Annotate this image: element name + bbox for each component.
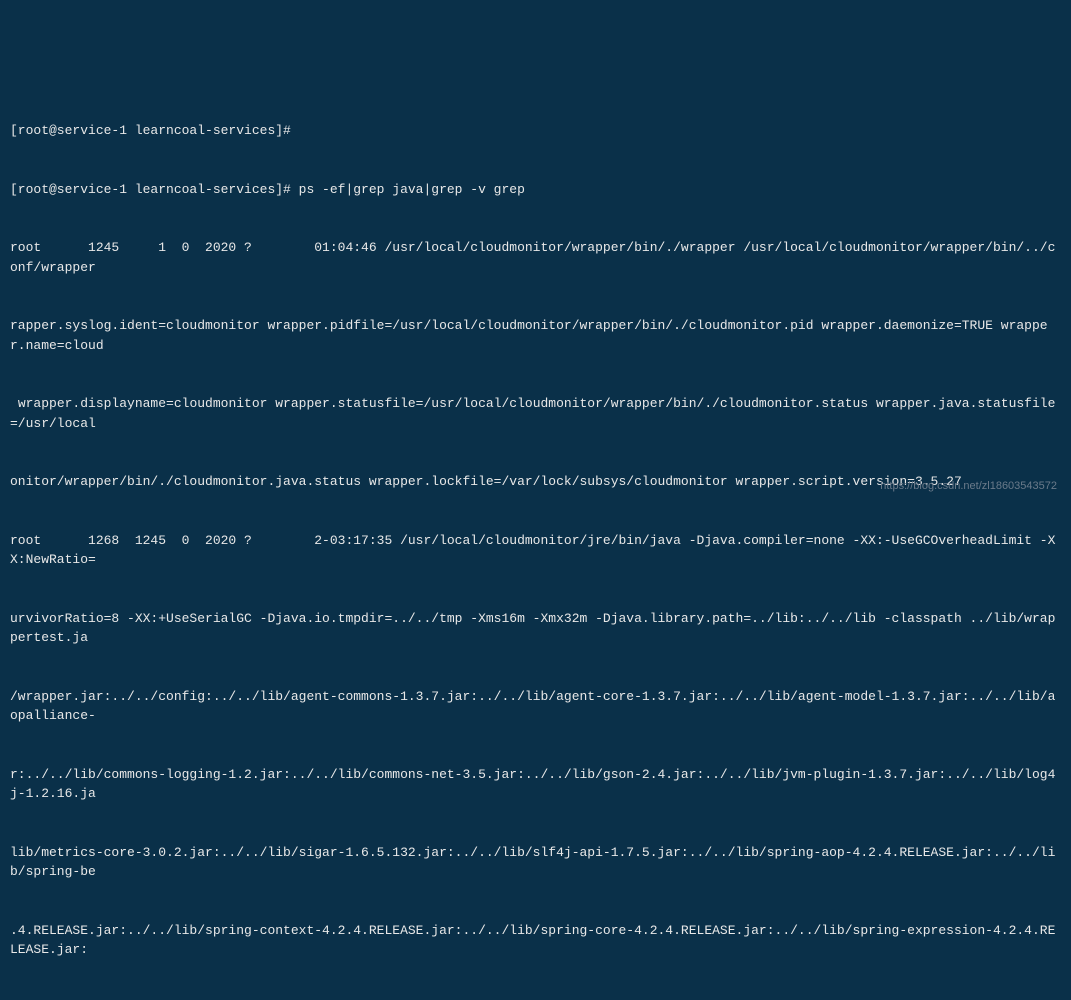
terminal-line: [root@service-1 learncoal-services]# ps … xyxy=(10,180,1061,200)
terminal-line: root 1268 1245 0 2020 ? 2-03:17:35 /usr/… xyxy=(10,531,1061,570)
terminal-line: lib/metrics-core-3.0.2.jar:../../lib/sig… xyxy=(10,843,1061,882)
terminal-line: [root@service-1 learncoal-services]# xyxy=(10,121,1061,141)
terminal-line: wrapper.displayname=cloudmonitor wrapper… xyxy=(10,394,1061,433)
terminal-line: /wrapper.jar:../../config:../../lib/agen… xyxy=(10,687,1061,726)
terminal-output[interactable]: [root@service-1 learncoal-services]# [ro… xyxy=(10,82,1061,1000)
terminal-line: rapper.syslog.ident=cloudmonitor wrapper… xyxy=(10,316,1061,355)
terminal-line: b/system-plugin-1.3.7.jar:../../lib/upda… xyxy=(10,999,1061,1000)
terminal-line: urvivorRatio=8 -XX:+UseSerialGC -Djava.i… xyxy=(10,609,1061,648)
terminal-line: r:../../lib/commons-logging-1.2.jar:../.… xyxy=(10,765,1061,804)
terminal-line: root 1245 1 0 2020 ? 01:04:46 /usr/local… xyxy=(10,238,1061,277)
terminal-line: .4.RELEASE.jar:../../lib/spring-context-… xyxy=(10,921,1061,960)
watermark-text: https://blog.csdn.net/zl18603543572 xyxy=(880,478,1057,495)
